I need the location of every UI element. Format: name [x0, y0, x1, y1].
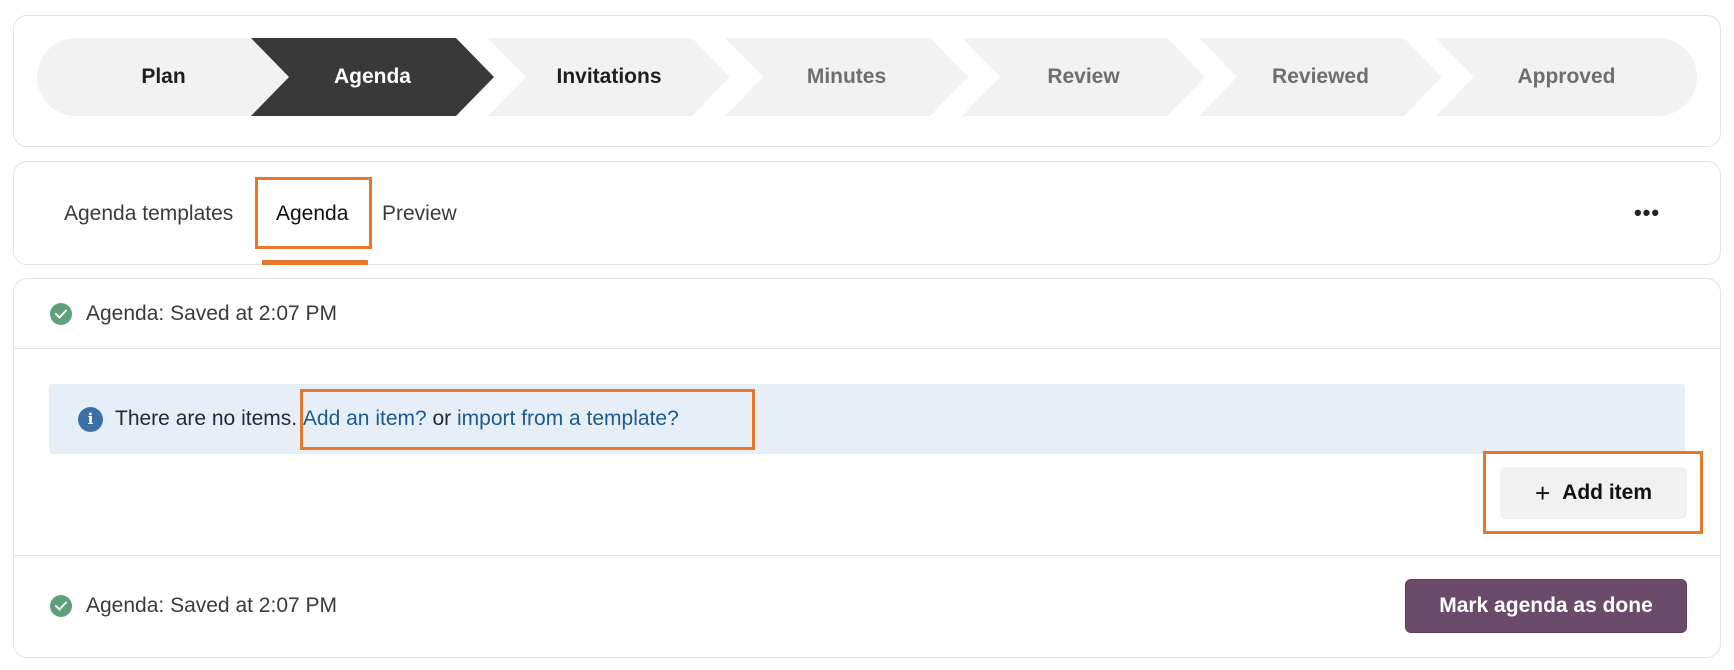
add-item-label: Add item	[1562, 481, 1653, 504]
tab-label: Preview	[382, 202, 457, 225]
agenda-editor-card: Agenda: Saved at 2:07 PM i There are no …	[13, 278, 1721, 658]
step-label: Agenda	[333, 65, 411, 88]
step-invitations[interactable]: Invitations	[488, 38, 730, 116]
step-approved[interactable]: Approved	[1436, 38, 1697, 116]
more-options-button[interactable]: •••	[1632, 198, 1662, 228]
plus-icon: +	[1534, 478, 1551, 508]
save-status-top: Agenda: Saved at 2:07 PM	[50, 301, 337, 327]
divider	[14, 348, 1720, 349]
check-circle-icon	[50, 303, 72, 325]
save-status-bottom: Agenda: Saved at 2:07 PM	[50, 593, 337, 619]
tab-agenda-templates[interactable]: Agenda templates	[64, 162, 233, 266]
save-status-text: Agenda: Saved at 2:07 PM	[86, 594, 338, 617]
tab-label: Agenda templates	[64, 202, 234, 225]
step-agenda[interactable]: Agenda	[251, 38, 494, 116]
check-circle-icon	[50, 595, 72, 617]
mark-agenda-done-button[interactable]: Mark agenda as done	[1405, 579, 1687, 633]
divider	[14, 555, 1720, 556]
step-label: Invitations	[556, 65, 662, 88]
banner-or-text: or	[426, 407, 458, 430]
step-label: Reviewed	[1272, 65, 1369, 88]
tab-agenda[interactable]: Agenda	[276, 162, 348, 266]
workflow-stepper: Plan Agenda Invitations Minutes Review R…	[37, 38, 1697, 116]
save-status-text: Agenda: Saved at 2:07 PM	[86, 302, 338, 325]
import-template-link[interactable]: import from a template?	[457, 407, 679, 431]
banner-prefix-text: There are no items.	[115, 407, 303, 430]
step-reviewed[interactable]: Reviewed	[1199, 38, 1442, 116]
empty-items-banner: i There are no items. Add an item? or im…	[49, 384, 1685, 454]
agenda-tabs-card: Agenda templates Agenda Preview •••	[13, 161, 1721, 265]
step-label: Approved	[1517, 65, 1616, 88]
add-item-link[interactable]: Add an item?	[303, 407, 427, 431]
step-review[interactable]: Review	[962, 38, 1205, 116]
workflow-stepper-card: Plan Agenda Invitations Minutes Review R…	[13, 15, 1721, 147]
step-minutes[interactable]: Minutes	[725, 38, 968, 116]
active-tab-indicator	[262, 260, 368, 265]
step-label: Minutes	[806, 65, 887, 88]
tab-label: Agenda	[276, 202, 349, 225]
info-icon: i	[78, 406, 103, 432]
more-horizontal-icon: •••	[1633, 200, 1661, 225]
step-label: Review	[1047, 65, 1120, 88]
add-item-button[interactable]: + Add item	[1500, 467, 1687, 519]
step-label: Plan	[141, 65, 186, 88]
tab-preview[interactable]: Preview	[382, 162, 457, 266]
